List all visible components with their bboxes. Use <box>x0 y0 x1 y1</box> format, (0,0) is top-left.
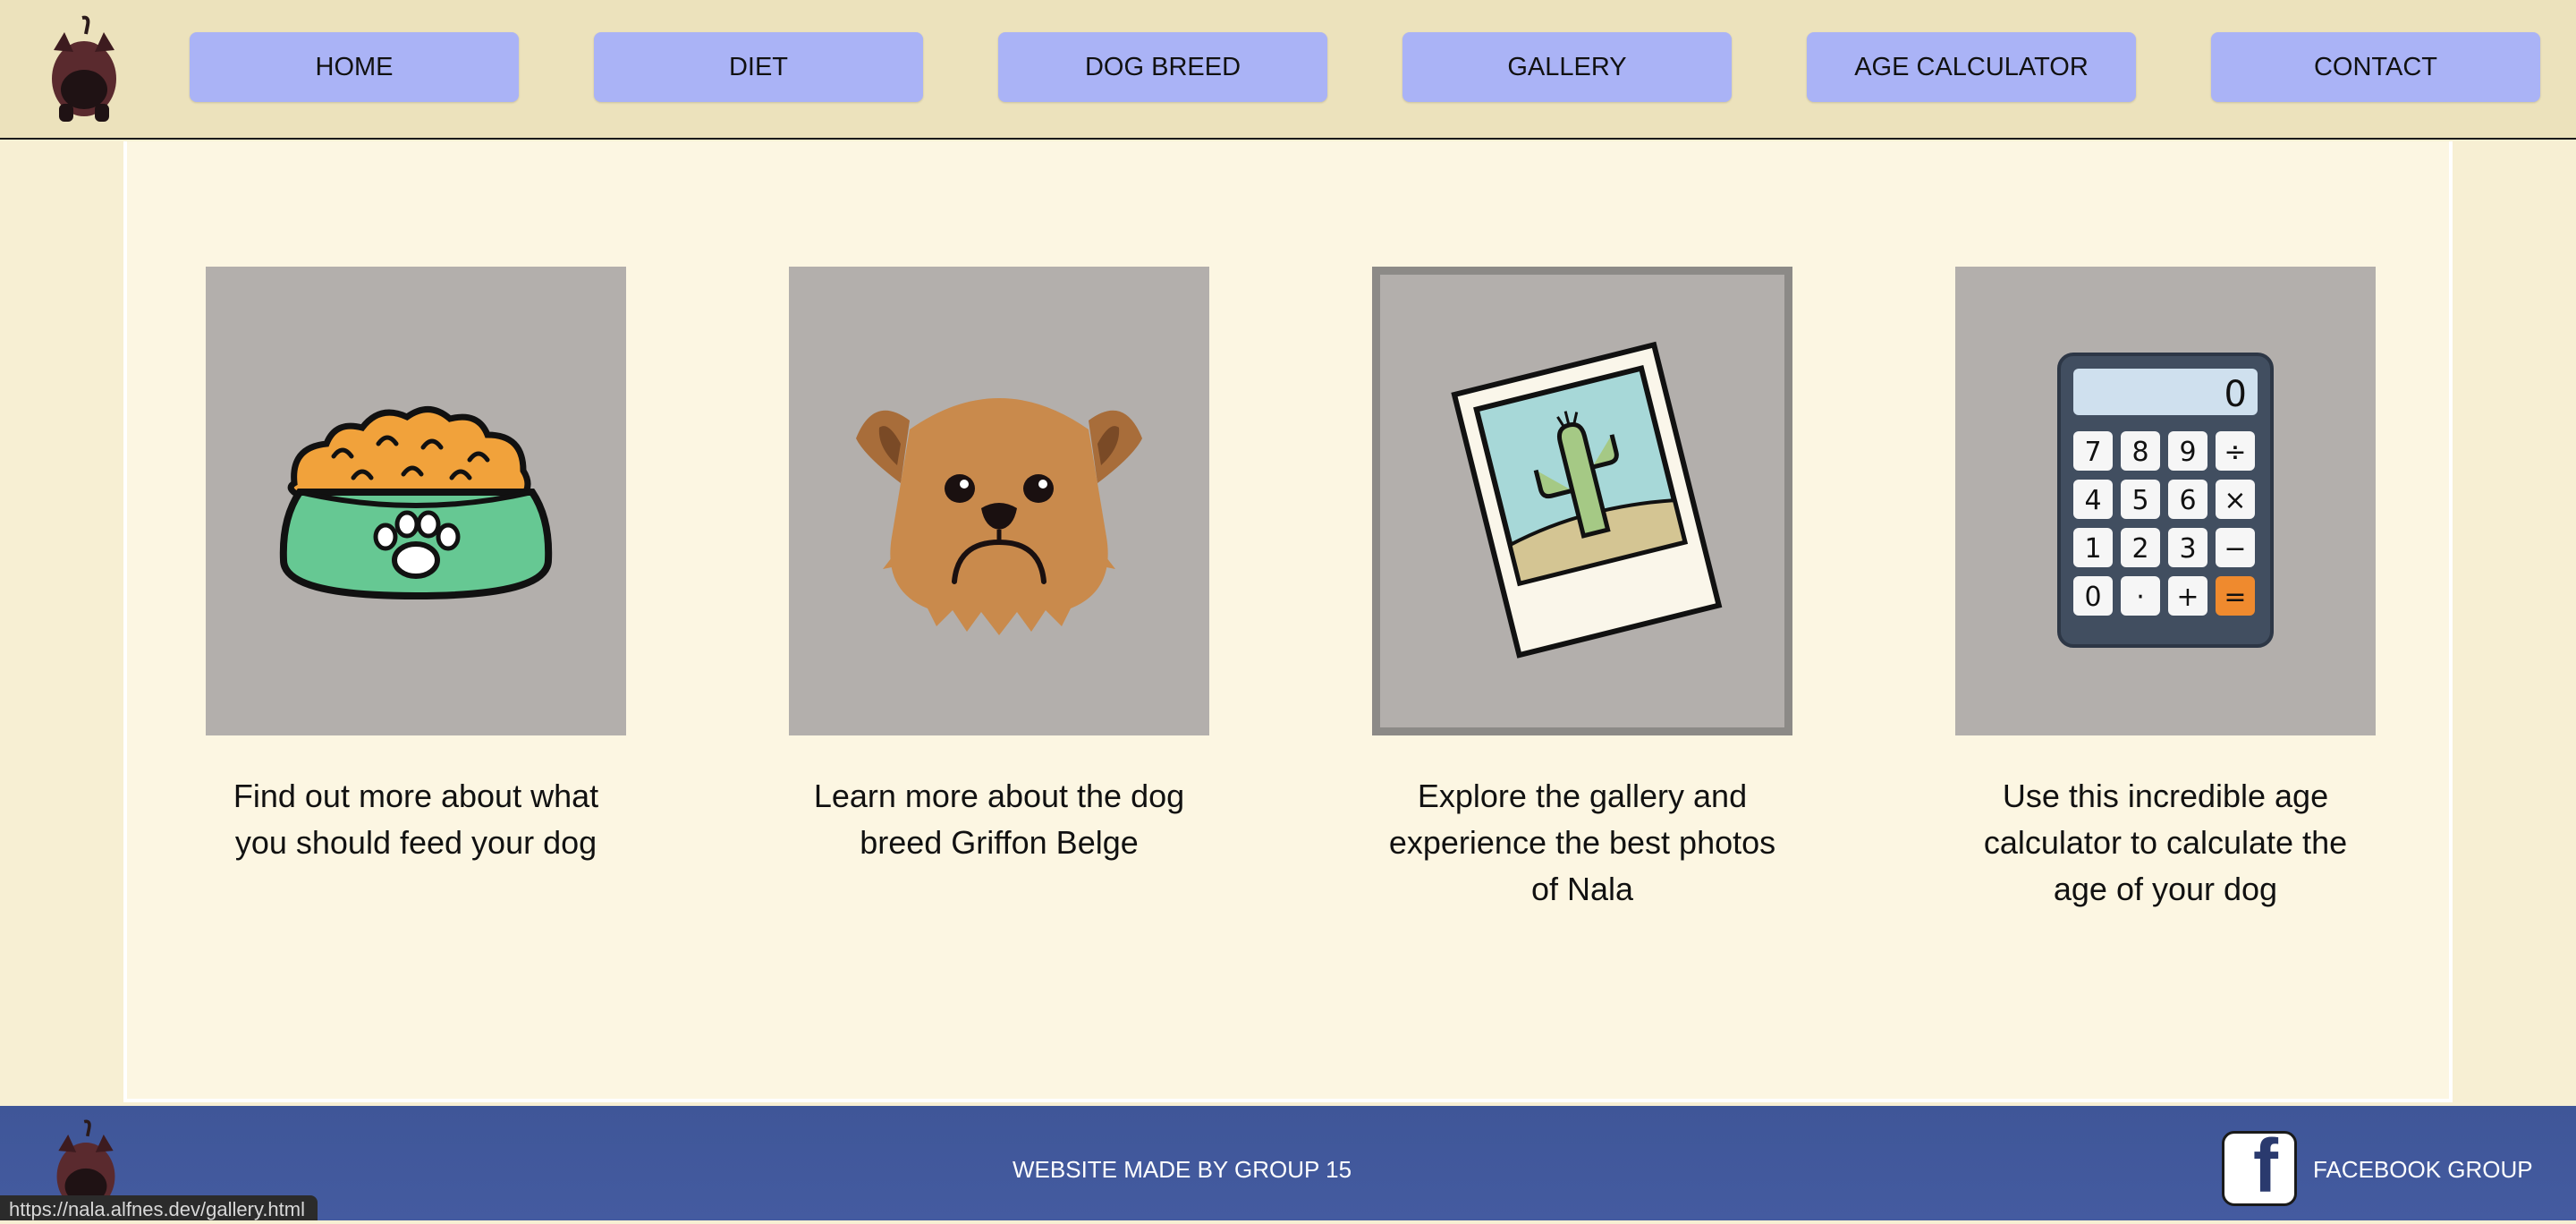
calculator-key-label: × <box>2224 485 2246 516</box>
calculator-key-label: 8 <box>2131 437 2148 468</box>
gallery-card: Explore the gallery and experience the b… <box>1372 267 1792 913</box>
dog-breed-card-text: Learn more about the dog breed Griffon B… <box>813 778 1185 861</box>
calculator-display: 0 <box>2224 374 2247 415</box>
nav-home-button[interactable]: HOME <box>190 32 519 102</box>
age-calculator-card-text: Use this incredible age calculator to ca… <box>1983 778 2348 907</box>
calculator-key-label: + <box>2176 582 2199 613</box>
diet-card: Find out more about what you should feed… <box>206 267 626 866</box>
calculator-key-label: = <box>2224 582 2246 613</box>
calculator-key-label: 5 <box>2131 485 2148 516</box>
calculator-key-label: 0 <box>2084 582 2101 613</box>
griffon-dog-face-icon <box>856 398 1142 635</box>
dog-breed-card-image[interactable] <box>789 267 1209 735</box>
dog-logo-icon[interactable] <box>47 14 122 123</box>
calculator-icon: 0 7 8 9 ÷ 4 5 6 × 1 2 3 − 0 · + = <box>2057 353 2274 648</box>
age-calculator-card: 0 7 8 9 ÷ 4 5 6 × 1 2 3− 0 · + = Use this incredible a… <box>1955 267 2376 913</box>
polaroid-photo-icon <box>1451 341 1723 659</box>
diet-card-text: Find out more about what you should feed… <box>233 778 599 861</box>
calculator-key-label: 3 <box>2179 533 2196 565</box>
dog-breed-card: Learn more about the dog breed Griffon B… <box>789 267 1209 866</box>
site-header: HOME DIET DOG BREED GALLERY AGE CALCULAT… <box>0 0 2576 140</box>
diet-card-image[interactable] <box>206 267 626 735</box>
calculator-key-label: 7 <box>2084 437 2101 468</box>
calculator-key-label: ÷ <box>2224 437 2246 468</box>
calculator-key-label: 6 <box>2179 485 2196 516</box>
gallery-card-image[interactable] <box>1372 267 1792 735</box>
main-content: Find out more about what you should feed… <box>123 141 2453 1102</box>
facebook-icon[interactable]: f <box>2222 1131 2297 1206</box>
nav-dog-breed-button[interactable]: DOG BREED <box>998 32 1327 102</box>
site-footer: WEBSITE MADE BY GROUP 15 f FACEBOOK GROU… <box>0 1106 2576 1220</box>
gallery-card-text: Explore the gallery and experience the b… <box>1388 778 1776 907</box>
calculator-key-label: 1 <box>2084 533 2101 565</box>
nav-age-calculator-button[interactable]: AGE CALCULATOR <box>1807 32 2136 102</box>
calculator-key-label: · <box>2136 582 2145 613</box>
age-calculator-card-image[interactable]: 0 7 8 9 ÷ 4 5 6 × 1 2 3− 0 · + = <box>1955 267 2376 735</box>
nav-gallery-button[interactable]: GALLERY <box>1402 32 1732 102</box>
nav-diet-button[interactable]: DIET <box>594 32 923 102</box>
calculator-key-label: 2 <box>2131 533 2148 565</box>
status-bar-url: https://nala.alfnes.dev/gallery.html <box>0 1195 318 1220</box>
facebook-group-link[interactable]: FACEBOOK GROUP <box>2313 1156 2533 1184</box>
calculator-key-label: 9 <box>2179 437 2196 468</box>
calculator-key-label: 4 <box>2084 485 2101 516</box>
footer-credit: WEBSITE MADE BY GROUP 15 <box>1013 1156 1352 1183</box>
dog-food-bowl-icon <box>279 406 553 600</box>
facebook-glyph: f <box>2253 1131 2278 1206</box>
nav-contact-button[interactable]: CONTACT <box>2211 32 2540 102</box>
calculator-key-label: − <box>2224 533 2246 565</box>
